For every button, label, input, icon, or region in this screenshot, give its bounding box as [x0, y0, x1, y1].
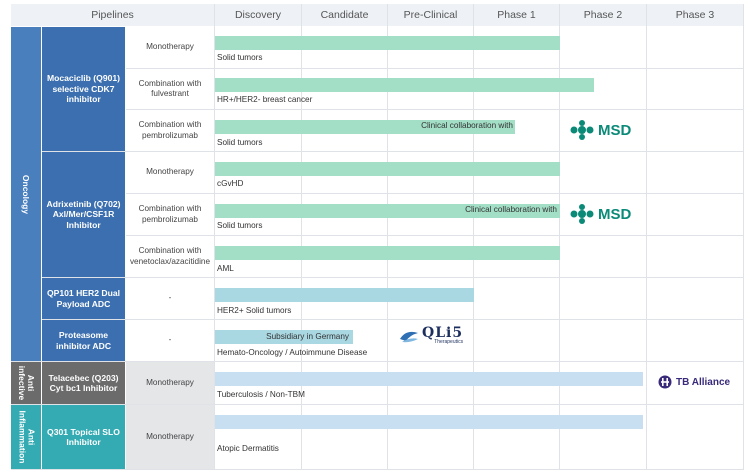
indication-label: Hemato-Oncology / Autoimmune Disease [217, 348, 368, 357]
grid-line [646, 4, 647, 470]
drug-proteasome: Proteasome inhibitor ADC [42, 320, 125, 361]
progress-bar [215, 246, 560, 260]
grid-line [743, 4, 744, 470]
strategy-cell: Combination with pembrolizumab [126, 110, 214, 151]
collaboration-note: Clinical collaboration with [421, 121, 513, 130]
grid-line [559, 4, 560, 470]
msd-mark-icon [570, 204, 594, 224]
grid-line [214, 4, 215, 470]
indication-label: Tuberculosis / Non-TBM [217, 390, 305, 399]
header-pipelines: Pipelines [11, 4, 214, 26]
header-phase3: Phase 3 [647, 4, 743, 26]
area-anti-inflammation: Anti Inflammation [11, 405, 41, 469]
tb-alliance-mark-icon [658, 375, 672, 389]
drug-mocaciclib: Mocaciclib (Q901) selective CDK7 inhibit… [42, 27, 125, 151]
grid-line [126, 193, 743, 194]
progress-bar [215, 372, 643, 386]
indication-label: HER2+ Solid tumors [217, 306, 292, 315]
grid-line [126, 109, 743, 110]
collaboration-note: Clinical collaboration with [465, 205, 557, 214]
indication-label: cGvHD [217, 179, 244, 188]
drug-telacebec: Telacebec (Q203) Cyt bc1 Inhibitor [42, 362, 125, 404]
progress-bar [215, 36, 560, 50]
strategy-cell: Monotherapy [126, 362, 214, 404]
progress-bar [215, 78, 595, 92]
strategy-cell: Combination with fulvestrant [126, 69, 214, 109]
msd-logo: MSD [570, 120, 631, 140]
drug-qp101: QP101 HER2 Dual Payload ADC [42, 278, 125, 319]
header-discovery: Discovery [215, 4, 301, 26]
drug-adrixetinib: Adrixetinib (Q702) Axl/Mer/CSF1R Inhibit… [42, 152, 125, 277]
subsidiary-note: Subsidiary in Germany [266, 332, 349, 341]
qli5-swirl-icon [400, 331, 418, 342]
strategy-cell: Monotherapy [126, 27, 214, 68]
indication-label: Atopic Dermatitis [217, 444, 279, 453]
strategy-cell: Monotherapy [126, 152, 214, 193]
indication-label: Solid tumors [217, 53, 263, 62]
header-candidate: Candidate [302, 4, 387, 26]
grid-line [301, 4, 302, 470]
progress-bar [215, 288, 474, 302]
strategy-cell: - [126, 320, 214, 361]
msd-logo: MSD [570, 204, 631, 224]
indication-label: Solid tumors [217, 138, 263, 147]
grid-line [11, 469, 743, 470]
grid-line [473, 4, 474, 470]
drug-q301: Q301 Topical SLO Inhibitor [42, 405, 125, 469]
progress-bar [215, 415, 643, 429]
area-oncology: Oncology [11, 27, 41, 361]
indication-label: HR+/HER2- breast cancer [217, 95, 313, 104]
strategy-cell: Combination with pembrolizumab [126, 194, 214, 235]
header-phase1: Phase 1 [474, 4, 559, 26]
strategy-cell: - [126, 278, 214, 319]
header-preclinical: Pre-Clinical [388, 4, 473, 26]
indication-label: Solid tumors [217, 221, 263, 230]
tb-alliance-logo: TB Alliance [658, 375, 730, 389]
grid-line [387, 4, 388, 470]
progress-bar [215, 162, 560, 176]
header-phase2: Phase 2 [560, 4, 646, 26]
strategy-cell: Combination with venetoclax/azacitidine [126, 236, 214, 277]
msd-mark-icon [570, 120, 594, 140]
grid-line [126, 235, 743, 236]
strategy-cell: Monotherapy [126, 405, 214, 469]
area-anti-infective: Anti infective [11, 362, 41, 404]
indication-label: AML [217, 264, 234, 273]
grid-line [126, 68, 743, 69]
qli5-logo: QLi5 Therapeutics [398, 326, 463, 345]
pipeline-table: Pipelines Discovery Candidate Pre-Clinic… [0, 0, 755, 474]
